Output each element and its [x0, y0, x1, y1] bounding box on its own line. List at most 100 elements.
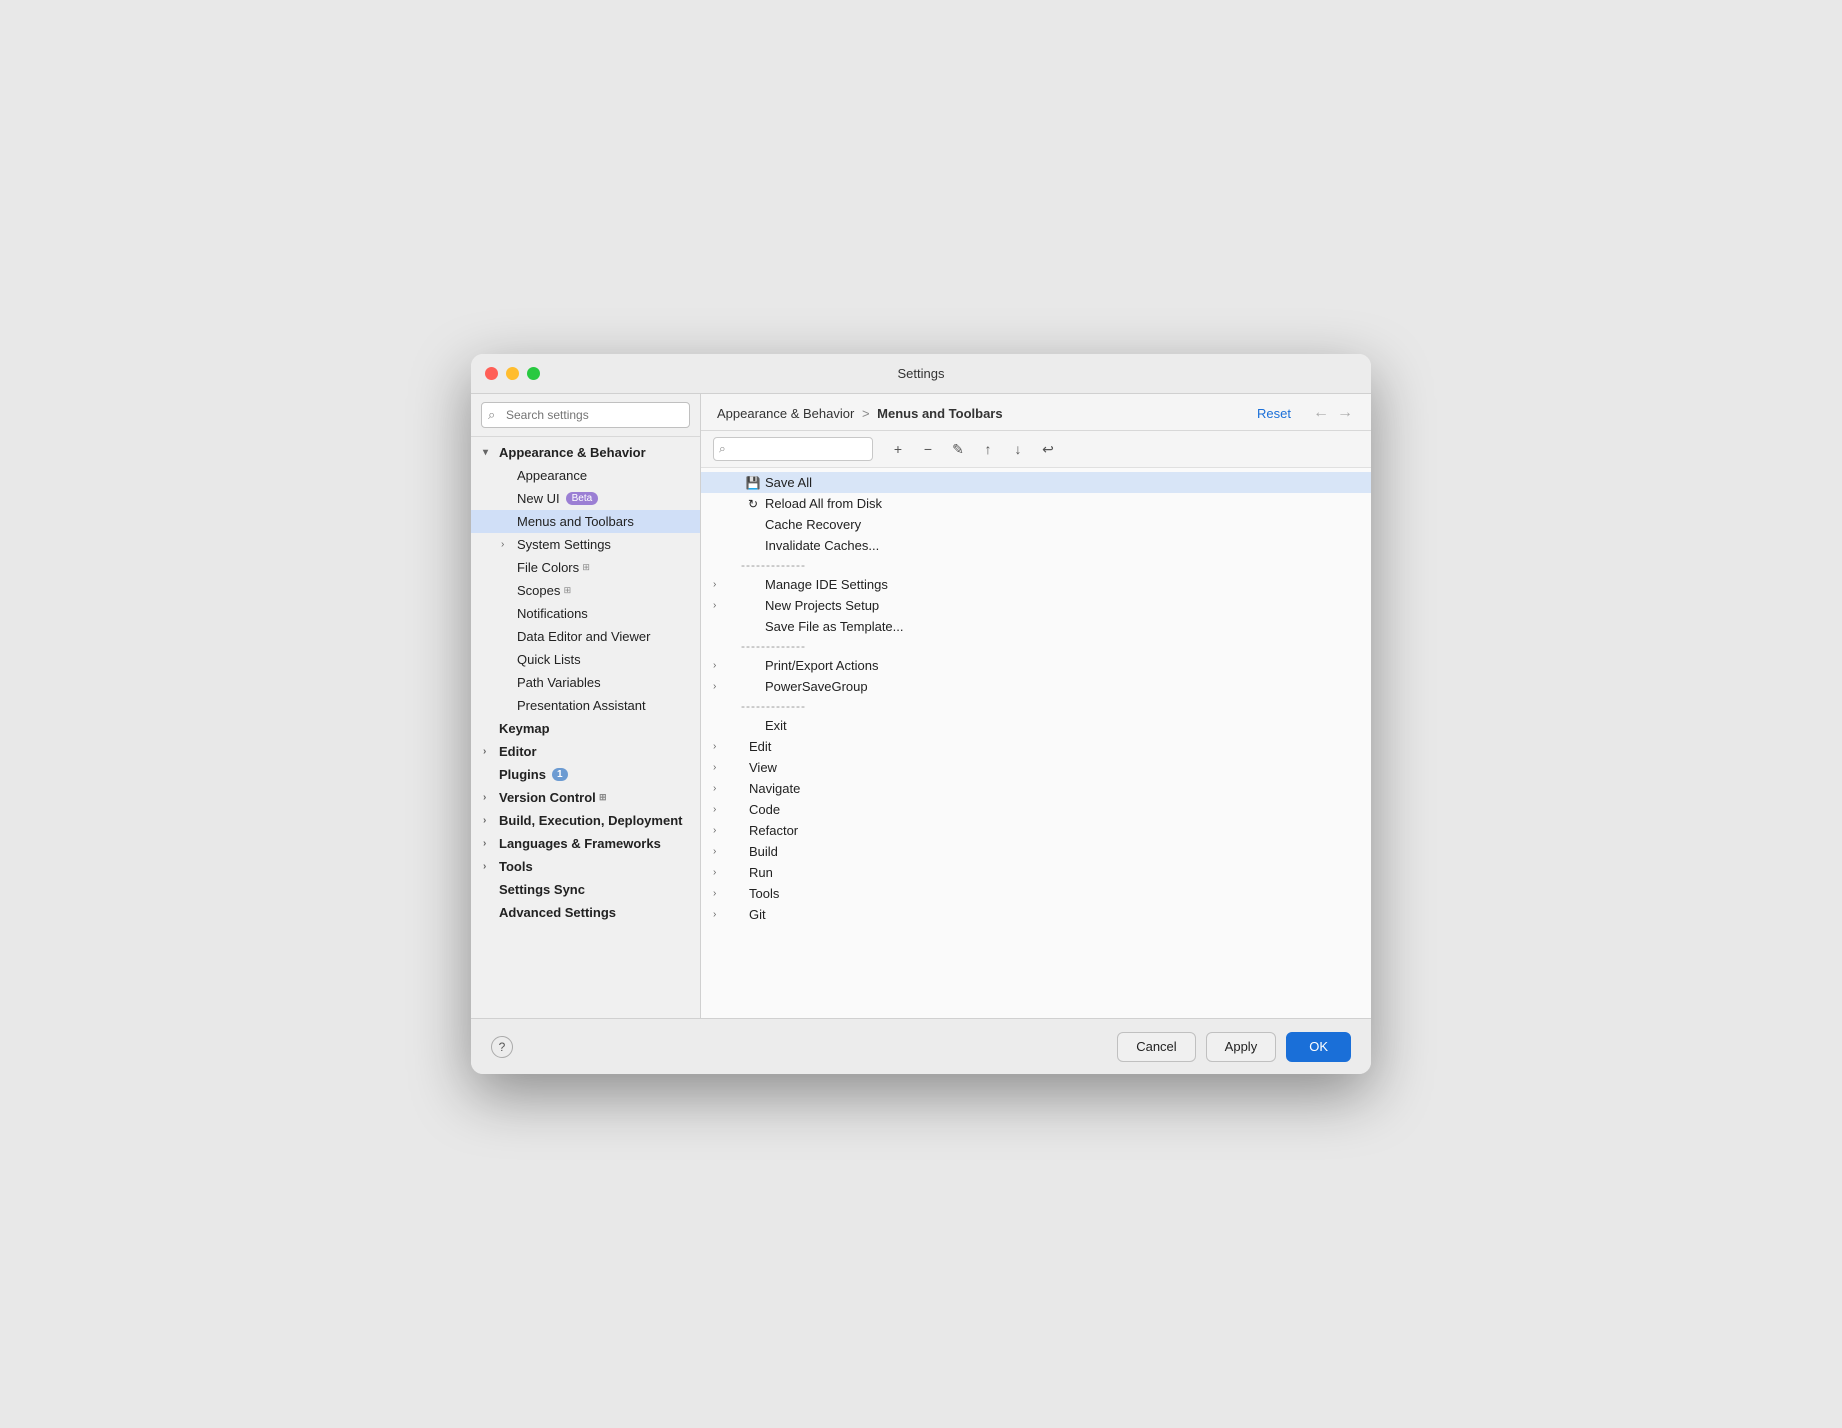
- search-wrap: [481, 402, 690, 428]
- sidebar-item-keymap[interactable]: Keymap: [471, 717, 700, 740]
- tree-item-new-projects[interactable]: › New Projects Setup: [701, 595, 1371, 616]
- tree-item-reload-all[interactable]: ↻ Reload All from Disk: [701, 493, 1371, 514]
- tree-item-build[interactable]: › Build: [701, 841, 1371, 862]
- search-box: [471, 394, 700, 437]
- tree-item-git[interactable]: › Git: [701, 904, 1371, 925]
- tree-area: 💾 Save All ↻ Reload All from Disk Cache …: [701, 468, 1371, 1018]
- sidebar-item-appearance-behavior[interactable]: ▾ Appearance & Behavior: [471, 441, 700, 464]
- tree-item-invalidate-caches[interactable]: Invalidate Caches...: [701, 535, 1371, 556]
- tree-item-save-file-template[interactable]: Save File as Template...: [701, 616, 1371, 637]
- tree-item-edit[interactable]: › Edit: [701, 736, 1371, 757]
- forward-button[interactable]: →: [1335, 404, 1355, 422]
- move-up-button[interactable]: ↑: [975, 437, 1001, 461]
- separator-3: -------------: [701, 697, 1371, 715]
- breadcrumb: Appearance & Behavior > Menus and Toolba…: [717, 406, 1003, 421]
- sidebar-label: Menus and Toolbars: [517, 514, 634, 529]
- search-input[interactable]: [481, 402, 690, 428]
- sidebar-label: Presentation Assistant: [517, 698, 646, 713]
- reload-icon: ↻: [745, 497, 761, 511]
- expand-arrow: ›: [483, 792, 497, 803]
- sidebar-item-notifications[interactable]: Notifications: [471, 602, 700, 625]
- expand-arrow: ›: [713, 660, 745, 671]
- sidebar-item-quick-lists[interactable]: Quick Lists: [471, 648, 700, 671]
- apply-button[interactable]: Apply: [1206, 1032, 1277, 1062]
- sidebar-item-editor[interactable]: › Editor: [471, 740, 700, 763]
- revert-button[interactable]: ↩: [1035, 437, 1061, 461]
- tree-label: Tools: [749, 886, 779, 901]
- sidebar-item-scopes[interactable]: Scopes ⊞: [471, 579, 700, 602]
- sidebar-label: Tools: [499, 859, 533, 874]
- sidebar-item-data-editor[interactable]: Data Editor and Viewer: [471, 625, 700, 648]
- sidebar-item-path-variables[interactable]: Path Variables: [471, 671, 700, 694]
- tree-label: Code: [749, 802, 780, 817]
- tree-item-run[interactable]: › Run: [701, 862, 1371, 883]
- tree-label: Run: [749, 865, 773, 880]
- edit-button[interactable]: ✎: [945, 437, 971, 461]
- separator-2: -------------: [701, 637, 1371, 655]
- cancel-button[interactable]: Cancel: [1117, 1032, 1195, 1062]
- ok-button[interactable]: OK: [1286, 1032, 1351, 1062]
- tree-item-save-all[interactable]: 💾 Save All: [701, 472, 1371, 493]
- toolbar-search-input[interactable]: [713, 437, 873, 461]
- footer-left: ?: [491, 1036, 513, 1058]
- toolbar: + − ✎ ↑ ↓ ↩: [701, 431, 1371, 468]
- tree-item-refactor[interactable]: › Refactor: [701, 820, 1371, 841]
- sidebar-item-languages[interactable]: › Languages & Frameworks: [471, 832, 700, 855]
- tree-label: New Projects Setup: [765, 598, 879, 613]
- expand-arrow: ›: [713, 681, 745, 692]
- move-down-button[interactable]: ↓: [1005, 437, 1031, 461]
- sidebar-item-version-control[interactable]: › Version Control ⊞: [471, 786, 700, 809]
- sidebar-item-appearance[interactable]: Appearance: [471, 464, 700, 487]
- toolbar-search-wrap: [713, 437, 873, 461]
- sidebar-label: Advanced Settings: [499, 905, 616, 920]
- sidebar-label: Data Editor and Viewer: [517, 629, 650, 644]
- add-button[interactable]: +: [885, 437, 911, 461]
- plugin-count-badge: 1: [552, 768, 568, 781]
- expand-arrow: ›: [713, 600, 745, 611]
- footer: ? Cancel Apply OK: [471, 1018, 1371, 1074]
- maximize-button[interactable]: [527, 367, 540, 380]
- tree-label: Cache Recovery: [765, 517, 861, 532]
- tree-item-manage-ide[interactable]: › Manage IDE Settings: [701, 574, 1371, 595]
- sidebar-item-file-colors[interactable]: File Colors ⊞: [471, 556, 700, 579]
- tree-label: Save File as Template...: [765, 619, 904, 634]
- sidebar: ▾ Appearance & Behavior Appearance New U…: [471, 394, 701, 1018]
- tree-item-exit[interactable]: Exit: [701, 715, 1371, 736]
- settings-icon: ⊞: [596, 791, 610, 805]
- reset-button[interactable]: Reset: [1257, 406, 1291, 421]
- sidebar-item-plugins[interactable]: Plugins 1: [471, 763, 700, 786]
- sidebar-item-presentation-assistant[interactable]: Presentation Assistant: [471, 694, 700, 717]
- sidebar-item-menus-toolbars[interactable]: Menus and Toolbars: [471, 510, 700, 533]
- save-icon: 💾: [745, 476, 761, 490]
- remove-button[interactable]: −: [915, 437, 941, 461]
- nav-arrows: ← →: [1311, 404, 1355, 422]
- tree-item-code[interactable]: › Code: [701, 799, 1371, 820]
- tree-item-view[interactable]: › View: [701, 757, 1371, 778]
- sidebar-item-build-exec[interactable]: › Build, Execution, Deployment: [471, 809, 700, 832]
- tree-label: Invalidate Caches...: [765, 538, 879, 553]
- tree-label: Refactor: [749, 823, 798, 838]
- sidebar-list: ▾ Appearance & Behavior Appearance New U…: [471, 437, 700, 1018]
- tree-item-navigate[interactable]: › Navigate: [701, 778, 1371, 799]
- tree-item-powersave[interactable]: › PowerSaveGroup: [701, 676, 1371, 697]
- tree-label: Build: [749, 844, 778, 859]
- sidebar-label: Appearance & Behavior: [499, 445, 646, 460]
- sidebar-label: Keymap: [499, 721, 550, 736]
- sidebar-item-advanced-settings[interactable]: Advanced Settings: [471, 901, 700, 924]
- expand-arrow: ›: [483, 838, 497, 849]
- sidebar-item-new-ui[interactable]: New UI Beta: [471, 487, 700, 510]
- help-button[interactable]: ?: [491, 1036, 513, 1058]
- separator-text: -------------: [741, 699, 806, 713]
- minimize-button[interactable]: [506, 367, 519, 380]
- tree-label: PowerSaveGroup: [765, 679, 868, 694]
- settings-icon: ⊞: [579, 561, 593, 575]
- sidebar-item-system-settings[interactable]: › System Settings: [471, 533, 700, 556]
- tree-item-cache-recovery[interactable]: Cache Recovery: [701, 514, 1371, 535]
- sidebar-item-tools[interactable]: › Tools: [471, 855, 700, 878]
- tree-item-print-export[interactable]: › Print/Export Actions: [701, 655, 1371, 676]
- back-button[interactable]: ←: [1311, 404, 1331, 422]
- sidebar-item-settings-sync[interactable]: Settings Sync: [471, 878, 700, 901]
- tree-item-tools-menu[interactable]: › Tools: [701, 883, 1371, 904]
- expand-arrow: ›: [713, 579, 745, 590]
- close-button[interactable]: [485, 367, 498, 380]
